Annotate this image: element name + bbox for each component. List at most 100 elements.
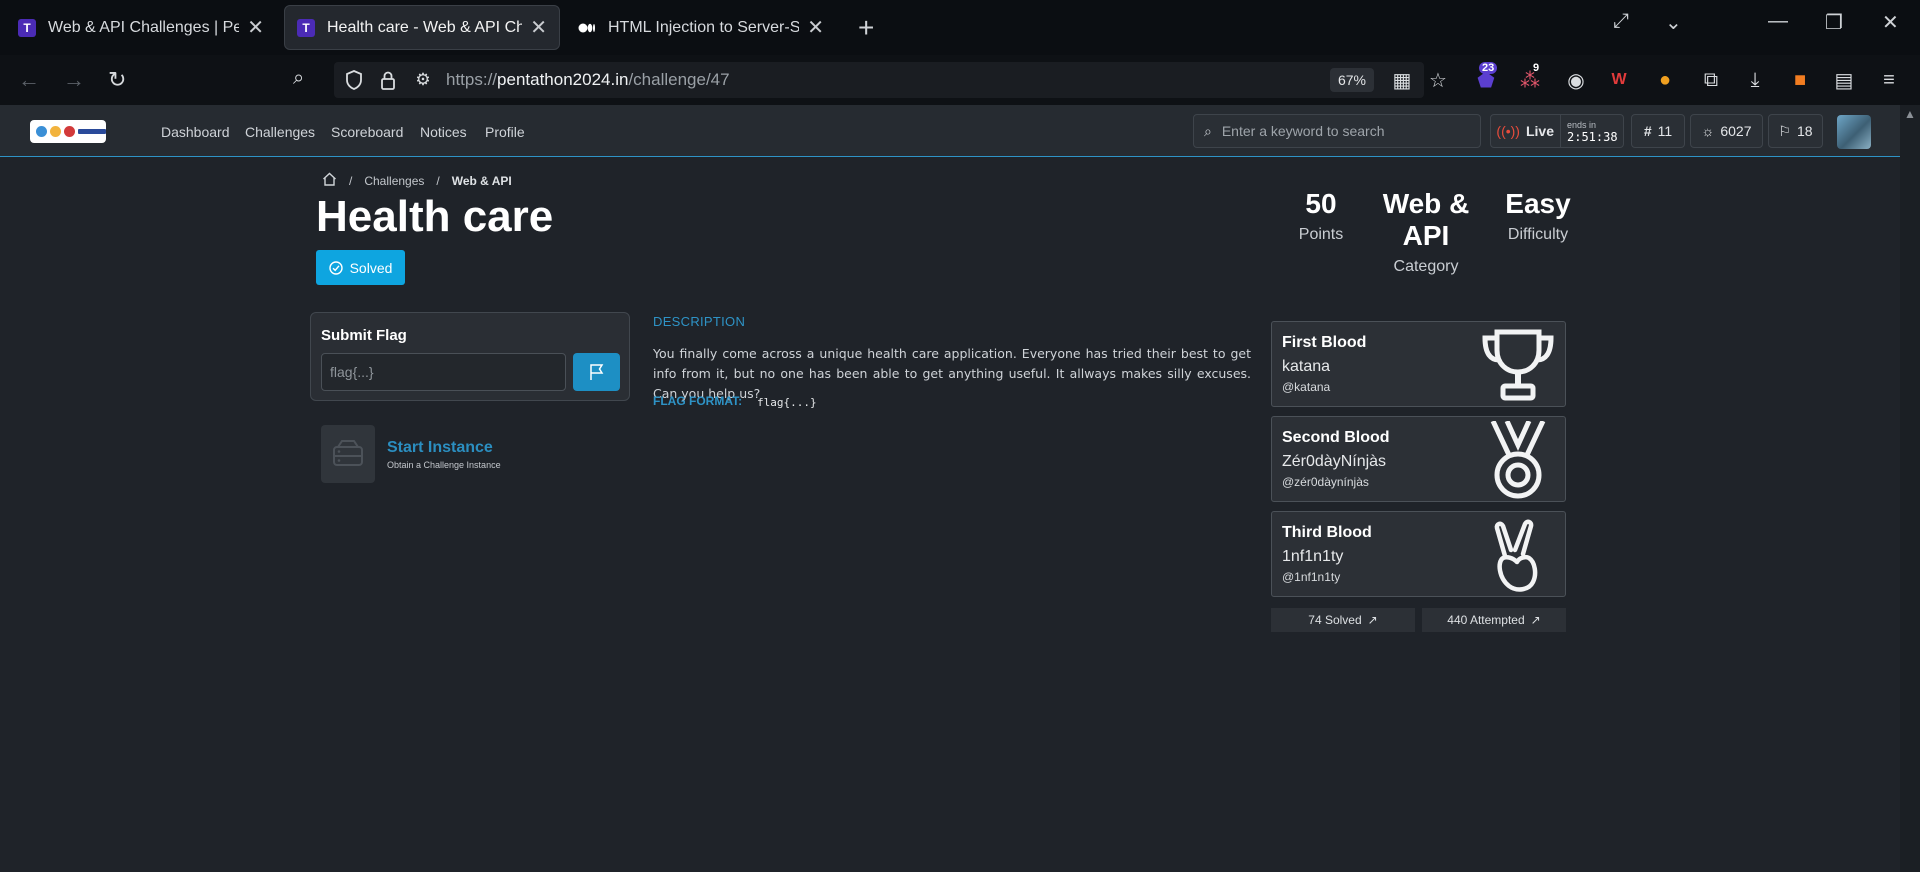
blood-title: Second Blood <box>1282 429 1390 446</box>
points-value: 50 <box>1305 188 1337 219</box>
avatar[interactable] <box>1837 115 1871 149</box>
start-instance-button[interactable]: Start Instance Obtain a Challenge Instan… <box>321 425 501 483</box>
submit-flag-card: Submit Flag flag{...} <box>310 312 630 401</box>
minimize-icon[interactable]: — <box>1768 10 1788 33</box>
blood-team-name: 1nf1n1ty <box>1282 548 1344 565</box>
bookmark-star-icon[interactable]: ☆ <box>1426 68 1450 92</box>
flag-format-value: flag{...} <box>757 396 817 409</box>
pentathon-favicon-icon: T <box>297 18 315 37</box>
close-window-icon[interactable]: ✕ <box>1882 10 1899 35</box>
folder-icon[interactable]: ■ <box>1788 68 1812 92</box>
breadcrumb-separator: / <box>436 173 440 188</box>
account-icon[interactable]: ◉ <box>1564 68 1588 92</box>
hamburger-menu-icon[interactable]: ≡ <box>1877 68 1901 92</box>
new-tab-plus-icon[interactable]: + <box>858 12 874 44</box>
category-stat: Web & API Category <box>1358 188 1494 276</box>
close-icon[interactable]: ✕ <box>530 15 547 40</box>
points-stat: 50 Points <box>1290 188 1352 244</box>
flag-format-label: FLAG FORMAT: <box>653 394 743 408</box>
start-instance-subtitle: Obtain a Challenge Instance <box>387 459 501 470</box>
extensions-puzzle-icon[interactable]: ⧉ <box>1699 68 1723 92</box>
search-input[interactable]: ⌕ Enter a keyword to search <box>1193 114 1481 148</box>
extension-badge: 23 <box>1479 62 1498 74</box>
tab-list-chevron-icon[interactable]: ⌄ <box>1665 10 1682 35</box>
flags-chip[interactable]: ⚐ 18 <box>1768 114 1823 148</box>
site-permissions-icon[interactable]: ⚙ <box>411 68 435 92</box>
site-logo[interactable] <box>30 120 106 143</box>
search-icon[interactable]: ⌕ <box>293 67 304 90</box>
server-icon <box>321 425 375 483</box>
back-icon[interactable]: ← <box>18 67 40 93</box>
search-placeholder: Enter a keyword to search <box>1221 123 1385 139</box>
shield-icon[interactable] <box>342 68 366 92</box>
tab-title: Web & API Challenges | Pentathon <box>48 18 240 36</box>
breadcrumb-current: Web & API <box>451 173 512 188</box>
restore-icon[interactable]: ❐ <box>1825 10 1843 35</box>
flag-icon <box>589 364 603 380</box>
submit-flag-button[interactable] <box>573 353 620 391</box>
reload-icon[interactable]: ↻ <box>108 67 126 93</box>
difficulty-label: Difficulty <box>1507 226 1569 243</box>
start-instance-title: Start Instance <box>387 438 493 456</box>
description-text: You finally come across a unique health … <box>653 346 1251 401</box>
score-chip[interactable]: ☼ 6027 <box>1690 114 1763 148</box>
attempted-count-link[interactable]: 440 Attempted ↗ <box>1422 608 1566 632</box>
hash-icon: # <box>1643 123 1652 139</box>
nav-notices[interactable]: Notices <box>420 124 467 140</box>
countdown: ends in 2:51:38 <box>1560 115 1618 147</box>
solved-label: Solved <box>349 259 393 276</box>
rank-chip[interactable]: # 11 <box>1631 114 1685 148</box>
tab-health-care[interactable]: T Health care - Web & API Challenges ✕ <box>284 5 560 50</box>
download-icon[interactable]: ⤓ <box>1743 68 1767 92</box>
lock-icon[interactable] <box>376 68 400 92</box>
nav-dashboard[interactable]: Dashboard <box>161 124 230 140</box>
difficulty-stat: Easy Difficulty <box>1500 188 1576 244</box>
wappalyzer-icon[interactable]: W <box>1607 68 1631 92</box>
blood-title: First Blood <box>1282 334 1367 351</box>
tab-title: Health care - Web & API Challenges <box>327 18 523 36</box>
burp-icon[interactable]: ● <box>1653 68 1677 92</box>
points-label: Points <box>1298 226 1344 243</box>
scrollbar[interactable]: ▲ <box>1900 105 1920 872</box>
tab-web-api-challenges[interactable]: T Web & API Challenges | Pentathon ✕ <box>6 5 276 50</box>
extensions-grid-icon[interactable]: ▦ <box>1390 68 1414 92</box>
solved-button[interactable]: Solved <box>316 250 405 285</box>
live-status: ((•)) Live ends in 2:51:38 <box>1490 114 1624 148</box>
close-icon[interactable]: ✕ <box>807 15 824 40</box>
sun-icon: ☼ <box>1701 123 1715 139</box>
medal-icon <box>1490 421 1546 499</box>
page-title: Health care <box>316 192 554 241</box>
live-label: Live <box>1525 123 1554 139</box>
nav-challenges[interactable]: Challenges <box>245 124 315 140</box>
first-blood-card: First Blood katana @katana <box>1271 321 1566 407</box>
scroll-up-arrow-icon[interactable]: ▲ <box>1904 107 1916 121</box>
blood-title: Third Blood <box>1282 524 1372 541</box>
zoom-level[interactable]: 67% <box>1330 68 1374 92</box>
nav-scoreboard[interactable]: Scoreboard <box>331 124 403 140</box>
description-heading: DESCRIPTION <box>653 314 746 329</box>
home-icon[interactable] <box>322 172 337 189</box>
notes-icon[interactable]: ▤ <box>1832 68 1856 92</box>
url-text[interactable]: https://pentathon2024.in/challenge/47 <box>446 70 730 90</box>
tab-title: HTML Injection to Server-Side Request Fo… <box>608 18 800 36</box>
tab-html-injection[interactable]: HTML Injection to Server-Side Request Fo… <box>566 5 836 50</box>
nav-profile[interactable]: Profile <box>485 124 525 140</box>
forward-icon[interactable]: → <box>63 67 85 93</box>
breadcrumb-challenges[interactable]: Challenges <box>364 174 424 188</box>
category-label: Category <box>1393 258 1459 275</box>
third-blood-card: Third Blood 1nf1n1ty @1nf1n1ty <box>1271 511 1566 597</box>
pentathon-favicon-icon: T <box>18 18 36 37</box>
fullscreen-icon[interactable]: ⤢ <box>1613 10 1629 33</box>
blood-team-name: Zér0dàyNínjàs <box>1282 453 1387 470</box>
external-link-icon: ↗ <box>1530 613 1541 627</box>
check-circle-icon <box>328 260 343 275</box>
close-icon[interactable]: ✕ <box>247 15 264 40</box>
site-header: Dashboard Challenges Scoreboard Notices … <box>0 105 1900 157</box>
blood-handle: @katana <box>1282 380 1331 394</box>
peace-hand-icon <box>1494 519 1538 592</box>
flag-icon: ⚐ <box>1778 122 1791 139</box>
extension-badge: 9 <box>1533 62 1540 74</box>
flag-input[interactable]: flag{...} <box>321 353 566 391</box>
external-link-icon: ↗ <box>1367 613 1378 627</box>
solved-count-link[interactable]: 74 Solved ↗ <box>1271 608 1415 632</box>
